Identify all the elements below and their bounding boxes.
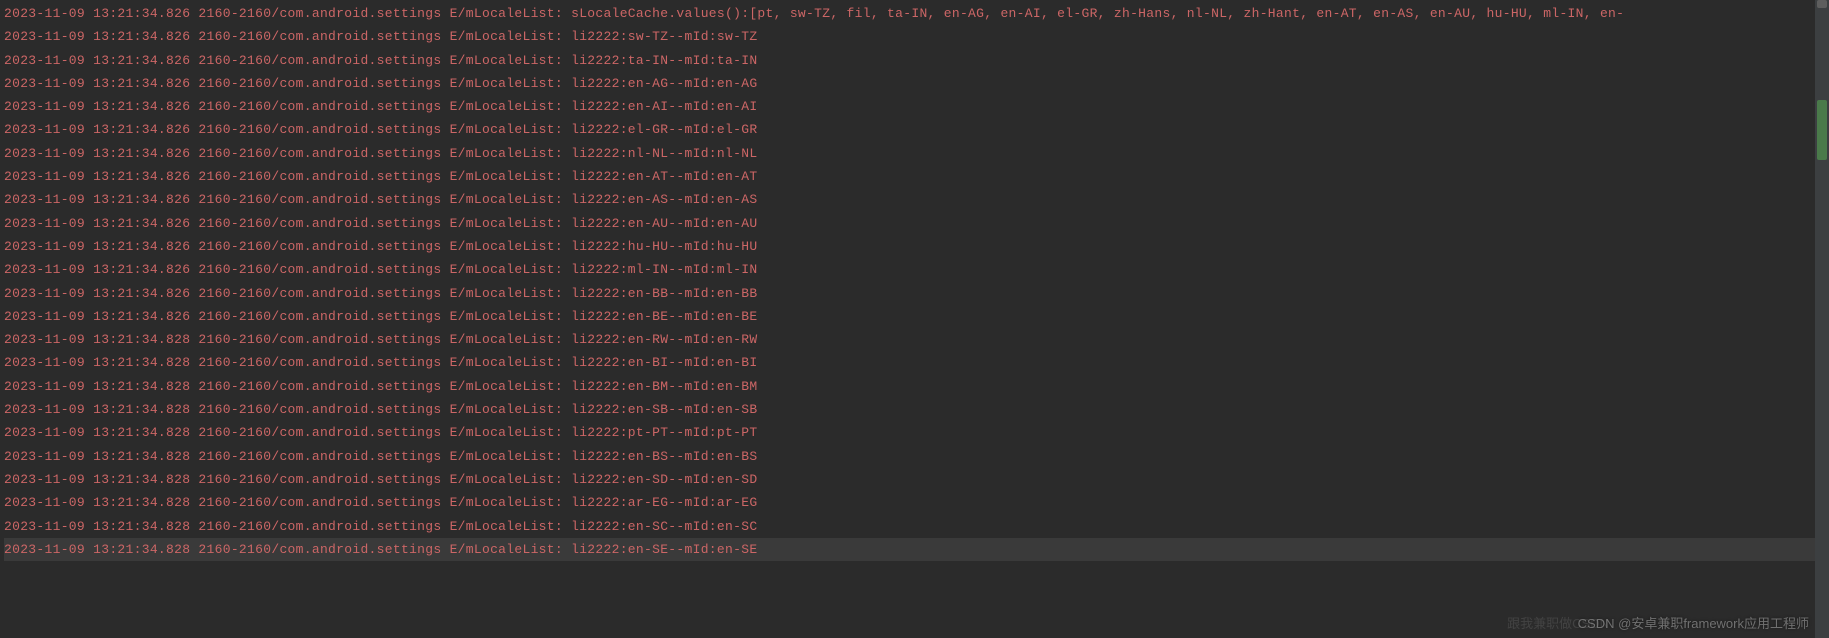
log-line[interactable]: 2023-11-09 13:21:34.826 2160-2160/com.an… [4,25,1825,48]
log-line[interactable]: 2023-11-09 13:21:34.828 2160-2160/com.an… [4,468,1825,491]
log-line[interactable]: 2023-11-09 13:21:34.828 2160-2160/com.an… [4,445,1825,468]
log-line[interactable]: 2023-11-09 13:21:34.828 2160-2160/com.an… [4,421,1825,444]
log-line[interactable]: 2023-11-09 13:21:34.828 2160-2160/com.an… [4,398,1825,421]
log-line[interactable]: 2023-11-09 13:21:34.826 2160-2160/com.an… [4,212,1825,235]
log-line[interactable]: 2023-11-09 13:21:34.828 2160-2160/com.an… [4,351,1825,374]
log-line[interactable]: 2023-11-09 13:21:34.826 2160-2160/com.an… [4,72,1825,95]
log-line[interactable]: 2023-11-09 13:21:34.828 2160-2160/com.an… [4,491,1825,514]
log-line[interactable]: 2023-11-09 13:21:34.828 2160-2160/com.an… [4,328,1825,351]
log-line[interactable]: 2023-11-09 13:21:34.826 2160-2160/com.an… [4,305,1825,328]
log-line[interactable]: 2023-11-09 13:21:34.828 2160-2160/com.an… [4,538,1825,561]
log-line[interactable]: 2023-11-09 13:21:34.828 2160-2160/com.an… [4,515,1825,538]
log-line[interactable]: 2023-11-09 13:21:34.826 2160-2160/com.an… [4,258,1825,281]
scrollbar-thumb-top[interactable] [1817,0,1827,8]
log-line[interactable]: 2023-11-09 13:21:34.826 2160-2160/com.an… [4,188,1825,211]
scrollbar-thumb[interactable] [1817,100,1827,160]
watermark: CSDN @安卓兼职framework应用工程师 [1578,613,1809,632]
log-line[interactable]: 2023-11-09 13:21:34.826 2160-2160/com.an… [4,49,1825,72]
scrollbar-track[interactable] [1815,0,1829,638]
log-line[interactable]: 2023-11-09 13:21:34.826 2160-2160/com.an… [4,165,1825,188]
logcat-output[interactable]: 2023-11-09 13:21:34.826 2160-2160/com.an… [0,0,1829,563]
log-line[interactable]: 2023-11-09 13:21:34.826 2160-2160/com.an… [4,142,1825,165]
log-line[interactable]: 2023-11-09 13:21:34.826 2160-2160/com.an… [4,282,1825,305]
log-line[interactable]: 2023-11-09 13:21:34.826 2160-2160/com.an… [4,2,1825,25]
log-line[interactable]: 2023-11-09 13:21:34.826 2160-2160/com.an… [4,118,1825,141]
log-line[interactable]: 2023-11-09 13:21:34.826 2160-2160/com.an… [4,235,1825,258]
log-line[interactable]: 2023-11-09 13:21:34.826 2160-2160/com.an… [4,95,1825,118]
log-line[interactable]: 2023-11-09 13:21:34.828 2160-2160/com.an… [4,375,1825,398]
